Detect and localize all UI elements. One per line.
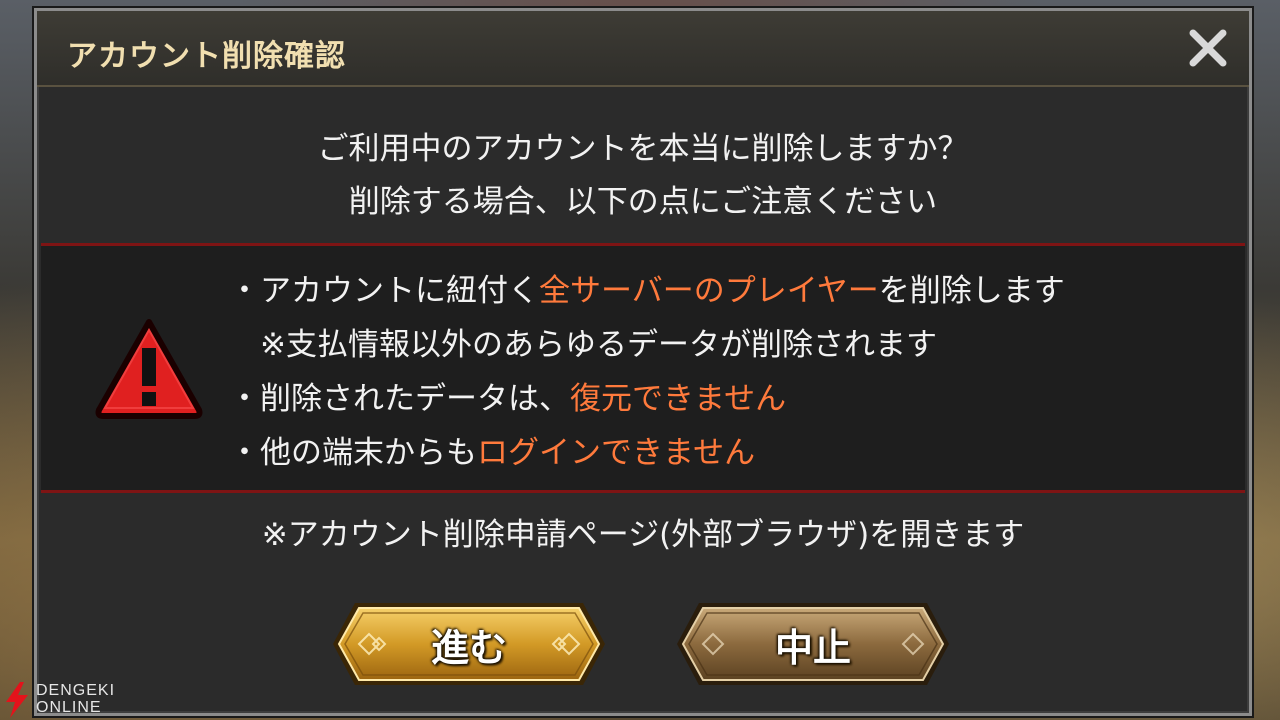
- warning-band: ・アカウントに紐付く全サーバーのプレイヤーを削除します ※支払情報以外のあらゆる…: [41, 243, 1245, 493]
- dengeki-online-watermark: DENGEKI ONLINE: [2, 682, 142, 718]
- dialog-header: アカウント削除確認: [37, 11, 1249, 87]
- lightning-bolt-icon: [6, 682, 28, 718]
- intro-text: ご利用中のアカウントを本当に削除しますか？ 削除する場合、以下の点にご注意くださ…: [37, 123, 1249, 229]
- cancel-button-label: 中止: [774, 625, 851, 670]
- cancel-button[interactable]: 中止: [673, 599, 953, 689]
- warning-triangle-icon: [95, 319, 203, 419]
- proceed-button-label: 進む: [430, 625, 507, 670]
- intro-line-2: 削除する場合、以下の点にご注意ください: [348, 184, 938, 220]
- list-item: ・アカウントに紐付く全サーバーのプレイヤーを削除します: [229, 273, 1065, 309]
- list-item: ・削除されたデータは、復元できません: [229, 381, 787, 417]
- list-item: ・他の端末からもログインできません: [229, 435, 756, 471]
- account-delete-dialog: アカウント削除確認 ご利用中のアカウントを本当に削除しますか？ 削除する場合、以…: [34, 8, 1252, 716]
- intro-line-1: ご利用中のアカウントを本当に削除しますか？: [317, 131, 969, 167]
- proceed-button[interactable]: 進む: [329, 599, 609, 689]
- warning-list: ・アカウントに紐付く全サーバーのプレイヤーを削除します ※支払情報以外のあらゆる…: [229, 264, 1065, 480]
- dialog-title: アカウント削除確認: [67, 39, 346, 74]
- close-icon[interactable]: [1185, 25, 1231, 71]
- external-browser-note: ※アカウント削除申請ページ(外部ブラウザ)を開きます: [261, 517, 1025, 553]
- list-item: ※支払情報以外のあらゆるデータが削除されます: [229, 327, 937, 363]
- watermark-text: DENGEKI ONLINE: [36, 682, 116, 716]
